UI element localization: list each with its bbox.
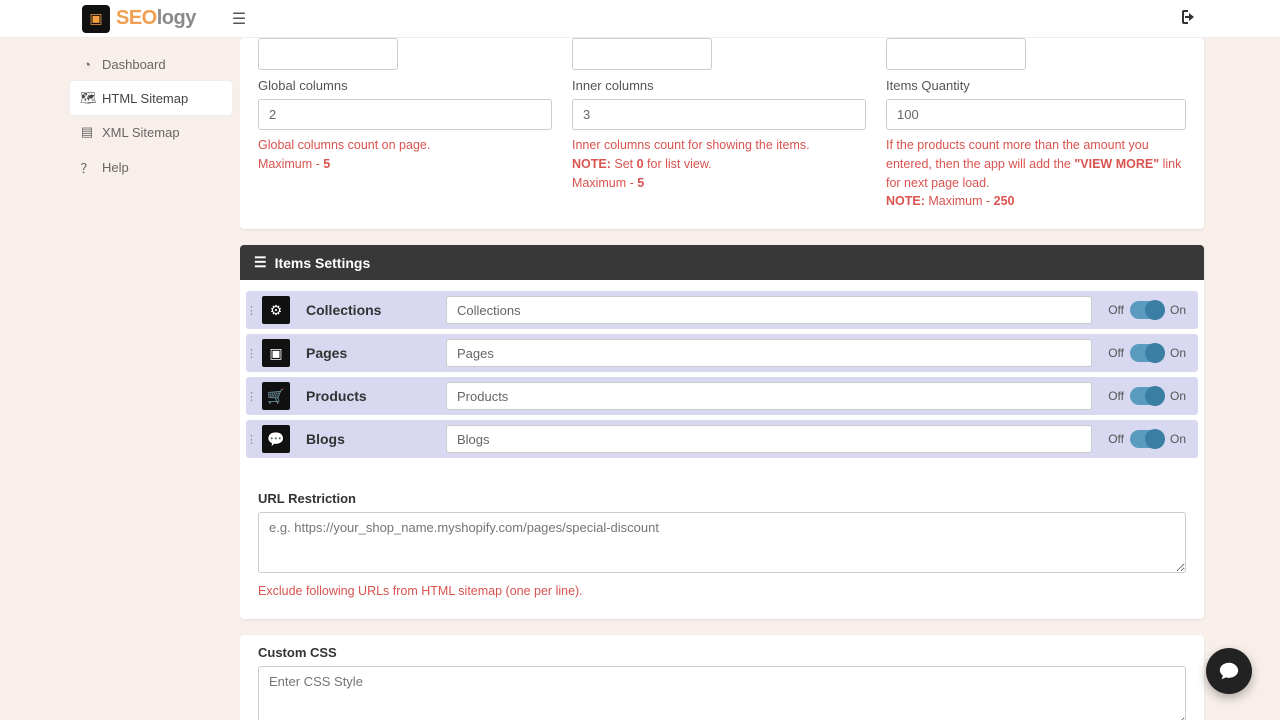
item-type-icon: ▣ [262, 339, 290, 367]
item-name-label: Products [296, 388, 446, 404]
custom-css-textarea[interactable] [258, 666, 1186, 720]
sidebar: ◔ Dashboard 🗺 HTML Sitemap ▤ XML Sitemap ？ H… [0, 38, 240, 720]
drag-handle-icon[interactable]: ⋮ [246, 433, 256, 446]
item-type-icon: ⚙ [262, 296, 290, 324]
sidebar-item-html-sitemap[interactable]: 🗺 HTML Sitemap [70, 81, 232, 115]
item-name-label: Blogs [296, 431, 446, 447]
sidebar-item-dashboard[interactable]: ◔ Dashboard [70, 48, 232, 81]
item-toggle[interactable] [1130, 387, 1164, 405]
toggle-on-label: On [1170, 346, 1186, 360]
inner-columns-hint: Inner columns count for showing the item… [572, 136, 866, 192]
global-columns-label: Global columns [258, 78, 552, 93]
logo-text-logy: logy [157, 7, 196, 29]
toggle-off-label: Off [1108, 303, 1124, 317]
sidebar-item-label: Help [102, 160, 129, 175]
toggle-on-label: On [1170, 432, 1186, 446]
items-quantity-label: Items Quantity [886, 78, 1186, 93]
items-settings-header: ☰ Items Settings [240, 245, 1204, 280]
toggle-off-label: Off [1108, 432, 1124, 446]
inner-columns-input[interactable] [572, 99, 866, 130]
prior-input[interactable] [572, 38, 712, 70]
app-logo: ▣ SEOlogy [82, 5, 196, 33]
item-row: ⋮ ⚙ Collections Off On [246, 291, 1198, 329]
item-type-icon: 💬 [262, 425, 290, 453]
item-name-label: Pages [296, 345, 446, 361]
sidebar-item-label: HTML Sitemap [102, 91, 188, 106]
custom-css-label: Custom CSS [258, 645, 1186, 660]
menu-toggle-icon[interactable]: ☰ [232, 9, 246, 29]
item-title-input[interactable] [446, 382, 1092, 410]
logo-mark-icon: ▣ [82, 5, 110, 33]
prior-input[interactable] [886, 38, 1026, 70]
global-columns-hint: Global columns count on page. Maximum - … [258, 136, 552, 174]
item-row: ⋮ ▣ Pages Off On [246, 334, 1198, 372]
url-restriction-hint: Exclude following URLs from HTML sitemap… [258, 582, 1186, 601]
drag-handle-icon[interactable]: ⋮ [246, 304, 256, 317]
help-icon: ？ [80, 158, 94, 177]
item-toggle[interactable] [1130, 344, 1164, 362]
sidebar-item-label: XML Sitemap [102, 125, 180, 140]
sidebar-item-help[interactable]: ？ Help [70, 149, 232, 186]
drag-handle-icon[interactable]: ⋮ [246, 347, 256, 360]
items-settings-title: Items Settings [275, 255, 371, 271]
items-quantity-input[interactable] [886, 99, 1186, 130]
item-row: ⋮ 💬 Blogs Off On [246, 420, 1198, 458]
toggle-on-label: On [1170, 389, 1186, 403]
list-icon: ☰ [254, 254, 267, 271]
items-quantity-hint: If the products count more than the amou… [886, 136, 1186, 211]
url-restriction-label: URL Restriction [258, 491, 1186, 506]
chat-icon [1218, 660, 1240, 682]
toggle-on-label: On [1170, 303, 1186, 317]
drag-handle-icon[interactable]: ⋮ [246, 390, 256, 403]
logo-text-seo: SEO [116, 7, 157, 29]
item-toggle[interactable] [1130, 430, 1164, 448]
chat-fab[interactable] [1206, 648, 1252, 694]
sidebar-item-xml-sitemap[interactable]: ▤ XML Sitemap [70, 115, 232, 149]
sidebar-item-label: Dashboard [102, 57, 166, 72]
item-title-input[interactable] [446, 339, 1092, 367]
sitemap-icon: ▤ [80, 124, 94, 140]
map-icon: 🗺 [80, 90, 94, 106]
item-name-label: Collections [296, 302, 446, 318]
item-row: ⋮ 🛒 Products Off On [246, 377, 1198, 415]
item-title-input[interactable] [446, 296, 1092, 324]
inner-columns-label: Inner columns [572, 78, 866, 93]
toggle-off-label: Off [1108, 346, 1124, 360]
dashboard-icon: ◔ [80, 57, 94, 72]
global-columns-input[interactable] [258, 99, 552, 130]
item-title-input[interactable] [446, 425, 1092, 453]
item-type-icon: 🛒 [262, 382, 290, 410]
logout-icon[interactable] [1178, 10, 1194, 27]
prior-input[interactable] [258, 38, 398, 70]
toggle-off-label: Off [1108, 389, 1124, 403]
item-toggle[interactable] [1130, 301, 1164, 319]
url-restriction-textarea[interactable] [258, 512, 1186, 573]
